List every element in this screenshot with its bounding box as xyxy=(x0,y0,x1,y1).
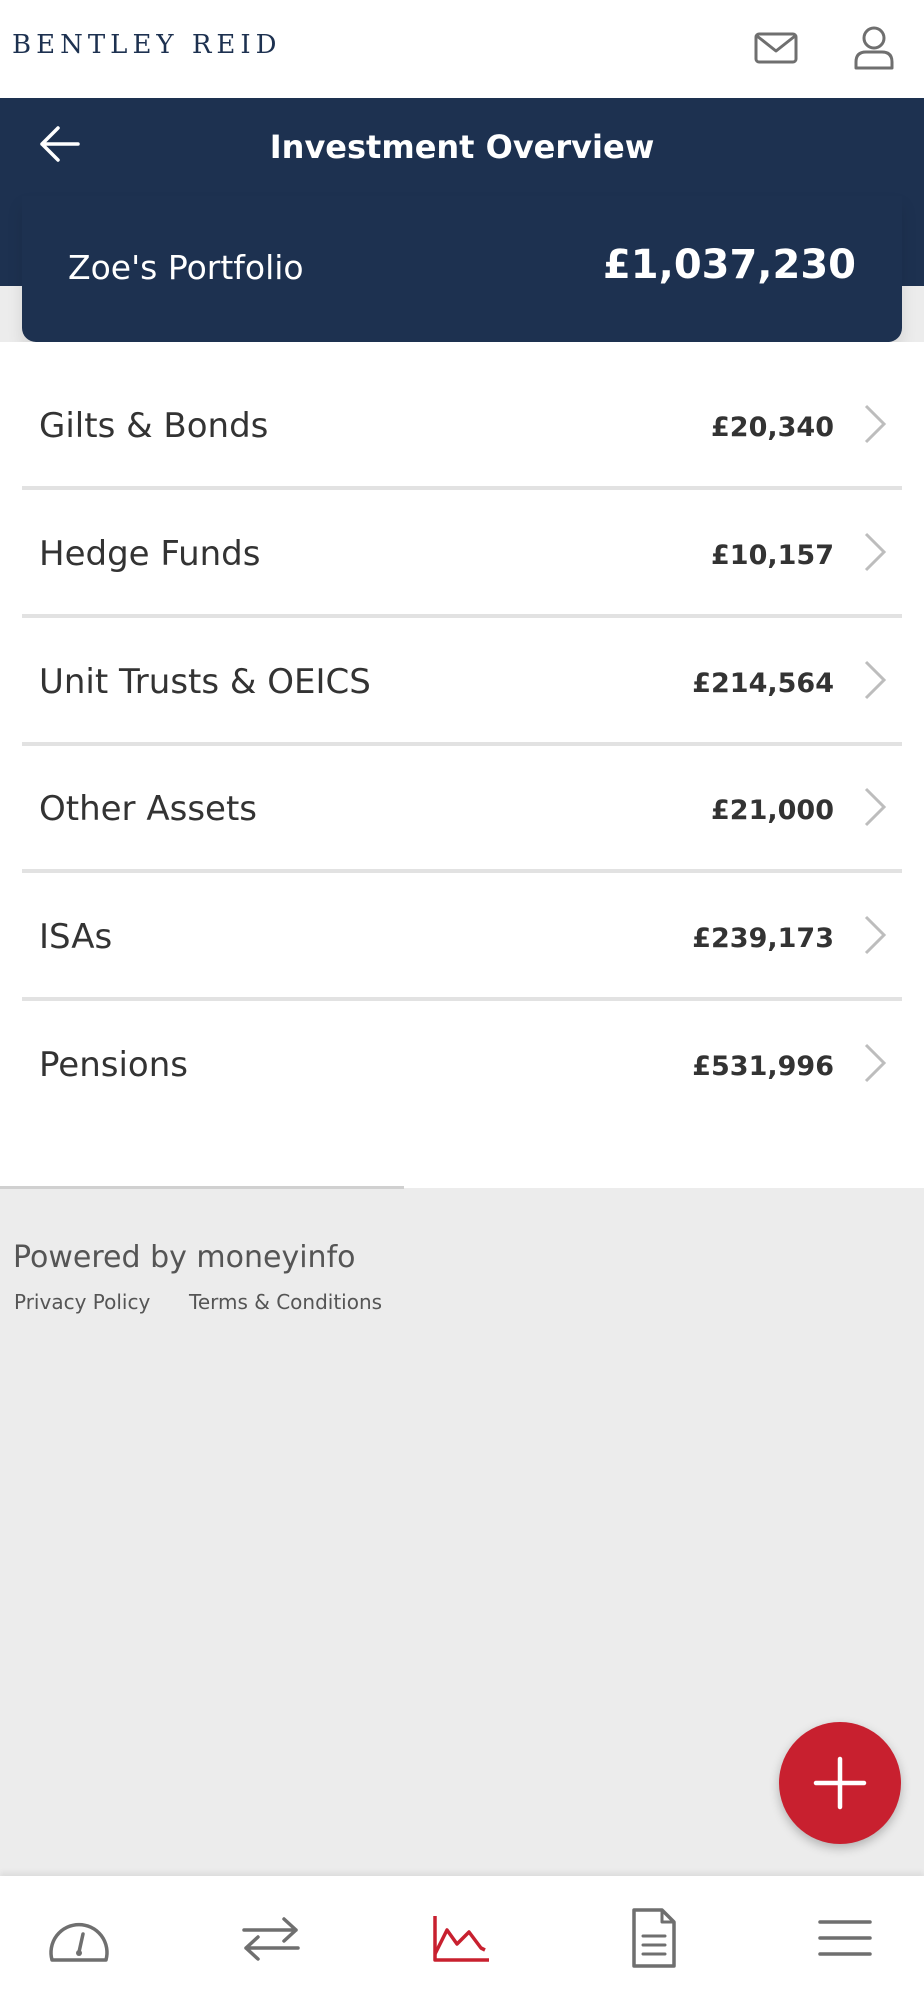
holding-label: Unit Trusts & OEICS xyxy=(39,662,371,702)
holding-value: £20,340 xyxy=(711,412,834,443)
holding-row-isas[interactable]: ISAs £239,173 xyxy=(22,873,902,1001)
holding-value: £21,000 xyxy=(711,795,834,826)
chevron-right-icon xyxy=(860,656,890,704)
holdings-list: Gilts & Bonds £20,340 Hedge Funds £10,15… xyxy=(0,342,924,1188)
portfolio-total: £1,037,230 xyxy=(602,242,856,288)
holding-label: Pensions xyxy=(39,1045,188,1085)
add-button[interactable] xyxy=(779,1722,901,1844)
bottom-navigation xyxy=(0,1876,924,2000)
plus-icon xyxy=(813,1756,867,1810)
nav-investments[interactable] xyxy=(427,1906,497,1970)
dashboard-gauge-icon xyxy=(49,1922,109,1962)
holding-value: £531,996 xyxy=(692,1051,834,1082)
terms-conditions-link[interactable]: Terms & Conditions xyxy=(189,1290,382,1314)
transfer-arrows-icon xyxy=(242,1917,300,1961)
menu-icon xyxy=(818,1920,872,1956)
holding-label: ISAs xyxy=(39,917,113,957)
chevron-right-icon xyxy=(860,400,890,448)
holding-label: Gilts & Bonds xyxy=(39,406,269,446)
holding-value: £10,157 xyxy=(711,540,834,571)
top-bar: BENTLEY REID xyxy=(0,0,924,98)
nav-dashboard[interactable] xyxy=(44,1906,114,1970)
brand-logo: BENTLEY REID xyxy=(12,30,282,60)
portfolio-name: Zoe's Portfolio xyxy=(68,248,304,287)
holding-label: Hedge Funds xyxy=(39,534,261,574)
nav-documents[interactable] xyxy=(618,1906,688,1970)
chevron-right-icon xyxy=(860,911,890,959)
chevron-right-icon xyxy=(860,528,890,576)
mail-icon[interactable] xyxy=(750,22,802,74)
holding-row-unit-trusts[interactable]: Unit Trusts & OEICS £214,564 xyxy=(22,618,902,746)
holding-row-other-assets[interactable]: Other Assets £21,000 xyxy=(22,745,902,873)
footer-divider xyxy=(0,1186,404,1189)
nav-transfers[interactable] xyxy=(236,1906,306,1970)
portfolio-summary-card: Zoe's Portfolio £1,037,230 xyxy=(22,196,902,342)
document-icon xyxy=(632,1908,676,1968)
chevron-right-icon xyxy=(860,783,890,831)
page-title: Investment Overview xyxy=(269,128,655,166)
holding-row-gilts-bonds[interactable]: Gilts & Bonds £20,340 xyxy=(22,362,902,490)
privacy-policy-link[interactable]: Privacy Policy xyxy=(14,1290,150,1314)
holding-row-hedge-funds[interactable]: Hedge Funds £10,157 xyxy=(22,490,902,618)
holding-label: Other Assets xyxy=(39,789,257,829)
holding-value: £239,173 xyxy=(692,923,834,954)
investments-chart-icon xyxy=(433,1916,489,1962)
powered-by-text: Powered by moneyinfo xyxy=(13,1240,356,1275)
user-icon[interactable] xyxy=(848,22,900,74)
nav-menu[interactable] xyxy=(810,1906,880,1970)
chevron-right-icon xyxy=(860,1039,890,1087)
holding-row-pensions[interactable]: Pensions £531,996 xyxy=(22,1001,902,1129)
holding-value: £214,564 xyxy=(692,668,834,699)
